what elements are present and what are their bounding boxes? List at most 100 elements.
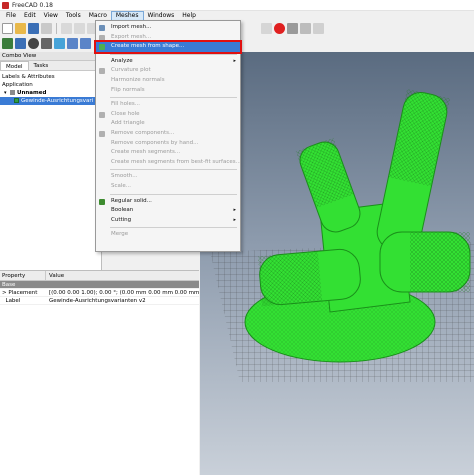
toolbar-separator <box>56 22 57 34</box>
value-column-header[interactable]: Value <box>46 271 64 280</box>
save-icon[interactable] <box>28 22 39 34</box>
menu-item-export-mesh[interactable]: Export mesh... <box>96 33 240 43</box>
menu-item-label: Remove components by hand... <box>111 139 199 146</box>
menu-tools[interactable]: Tools <box>62 11 85 21</box>
menu-item-close-hole[interactable]: Close hole <box>96 110 240 120</box>
menu-view[interactable]: View <box>40 11 62 21</box>
menu-separator <box>110 53 237 55</box>
tree-item-document[interactable]: ▾ Unnamed <box>0 89 101 97</box>
isometric-view-icon[interactable] <box>54 37 65 49</box>
copy-icon[interactable] <box>74 22 85 34</box>
tab-model[interactable]: Model <box>0 61 29 70</box>
edit-macro-icon[interactable] <box>300 22 311 34</box>
menu-item-create-mesh-segments-from-best-fit-surfaces[interactable]: Create mesh segments from best-fit surfa… <box>96 158 241 168</box>
draw-style-icon[interactable] <box>28 37 39 49</box>
property-row-placement[interactable]: > Placement [(0.00 0.00 1.00); 0.00 °; (… <box>0 289 199 297</box>
menu-item-import-mesh[interactable]: Import mesh... <box>96 23 240 33</box>
menu-item-regular-solid[interactable]: Regular solid... <box>96 197 240 207</box>
menu-item-create-mesh-from-shape[interactable]: Create mesh from shape... <box>94 40 242 54</box>
property-column-header[interactable]: Property <box>0 271 46 280</box>
object-label: Gewinde-Ausrichtungsvari <box>21 98 94 104</box>
freecad-logo-icon <box>2 1 9 9</box>
stop-macro-icon[interactable] <box>287 22 298 34</box>
property-view: Property Value Base > Placement [(0.00 0… <box>0 270 199 475</box>
window-title: FreeCAD 0.18 <box>12 1 53 9</box>
menu-item-label: Analyze <box>111 57 133 64</box>
mesh-object-icon <box>14 98 19 103</box>
cut-icon[interactable] <box>61 22 72 34</box>
menu-item-label: Flip normals <box>111 86 145 93</box>
menu-separator <box>110 193 237 195</box>
close-hole-icon <box>99 111 105 118</box>
menu-item-label: Add triangle <box>111 120 145 127</box>
run-macro-icon[interactable] <box>313 22 324 34</box>
create-mesh-icon <box>99 44 105 51</box>
stereo-icon[interactable] <box>41 37 52 49</box>
menu-item-create-mesh-segments[interactable]: Create mesh segments... <box>96 148 240 158</box>
menu-item-analyze[interactable]: Analyze ▸ <box>96 57 240 67</box>
menu-item-add-triangle[interactable]: Add triangle <box>96 119 240 129</box>
menu-item-cutting[interactable]: Cutting ▸ <box>96 216 240 226</box>
menu-item-label: Create mesh segments... <box>111 149 181 156</box>
menu-edit[interactable]: Edit <box>20 11 40 21</box>
model-tree: Labels & Attributes Application ▾ Unnamed… <box>0 71 101 105</box>
property-group-label: Base <box>2 282 16 288</box>
title-bar: FreeCAD 0.18 <box>0 0 474 11</box>
curvature-icon <box>99 68 105 75</box>
macro-editor-icon[interactable] <box>261 22 272 34</box>
tree-item-object[interactable]: Gewinde-Ausrichtungsvari <box>0 97 101 105</box>
3d-viewport[interactable] <box>200 52 474 475</box>
property-value[interactable]: [(0.00 0.00 1.00); 0.00 °; (0.00 mm 0.00… <box>46 289 199 296</box>
tree-section-label: Labels & Attributes <box>2 74 55 80</box>
property-value[interactable]: Gewinde-Ausrichtungsvarianten v2 <box>46 297 199 304</box>
top-view-icon[interactable] <box>80 37 91 49</box>
menu-item-label: Scale... <box>111 182 132 189</box>
menu-item-label: Remove components... <box>111 129 175 136</box>
property-group-base[interactable]: Base <box>0 281 199 289</box>
menu-item-flip-normals[interactable]: Flip normals <box>96 86 240 96</box>
document-icon <box>10 90 15 95</box>
menu-item-label: Merge <box>111 231 129 238</box>
menu-item-label: Boolean <box>111 207 134 214</box>
menu-item-merge[interactable]: Merge <box>96 230 240 240</box>
export-mesh-icon <box>99 34 105 41</box>
menu-separator <box>110 227 237 229</box>
mesh-render <box>210 89 474 382</box>
meshes-dropdown-menu: Import mesh... Export mesh... Create mesh … <box>94 20 242 252</box>
property-row-label[interactable]: Label Gewinde-Ausrichtungsvarianten v2 <box>0 297 199 305</box>
open-folder-icon[interactable] <box>15 22 26 34</box>
fit-all-icon[interactable] <box>2 37 13 49</box>
menu-item-scale[interactable]: Scale... <box>96 182 240 192</box>
menu-file[interactable]: File <box>2 11 20 21</box>
remove-components-icon <box>99 130 105 137</box>
menu-separator <box>110 169 237 171</box>
tree-root-application[interactable]: Application <box>0 81 101 89</box>
menu-item-boolean[interactable]: Boolean ▸ <box>96 206 240 216</box>
expand-chevron-icon[interactable]: > <box>2 290 7 296</box>
menu-item-label: Create mesh from shape... <box>111 43 185 50</box>
menu-item-remove-components[interactable]: Remove components... <box>96 129 240 139</box>
property-header: Property Value <box>0 271 199 281</box>
menu-separator <box>110 97 237 99</box>
menu-item-harmonize-normals[interactable]: Harmonize normals <box>96 76 240 86</box>
property-name: Label <box>5 298 21 304</box>
menu-item-curvature-plot[interactable]: Curvature plot <box>96 66 240 76</box>
menu-item-label: Cutting <box>111 216 132 223</box>
record-macro-icon[interactable] <box>274 22 285 34</box>
combo-view-panel: Combo View Model Tasks Labels & Attribut… <box>0 52 102 270</box>
menu-item-remove-components-by-hand[interactable]: Remove components by hand... <box>96 139 240 149</box>
menu-item-label: Curvature plot <box>111 67 151 74</box>
fit-selection-icon[interactable] <box>15 37 26 49</box>
menu-item-smooth[interactable]: Smooth... <box>96 172 240 182</box>
menu-item-label: Regular solid... <box>111 197 152 204</box>
menu-item-label: Smooth... <box>111 173 138 180</box>
tab-tasks[interactable]: Tasks <box>29 61 54 70</box>
front-view-icon[interactable] <box>67 37 78 49</box>
menu-item-fill-holes[interactable]: Fill holes... <box>96 100 240 110</box>
menu-item-label: Harmonize normals <box>111 76 165 83</box>
regular-solid-icon <box>99 198 105 205</box>
new-file-icon[interactable] <box>2 22 13 34</box>
import-mesh-icon <box>99 25 105 31</box>
combo-view-tabs: Model Tasks <box>0 61 101 71</box>
print-icon[interactable] <box>41 22 52 34</box>
